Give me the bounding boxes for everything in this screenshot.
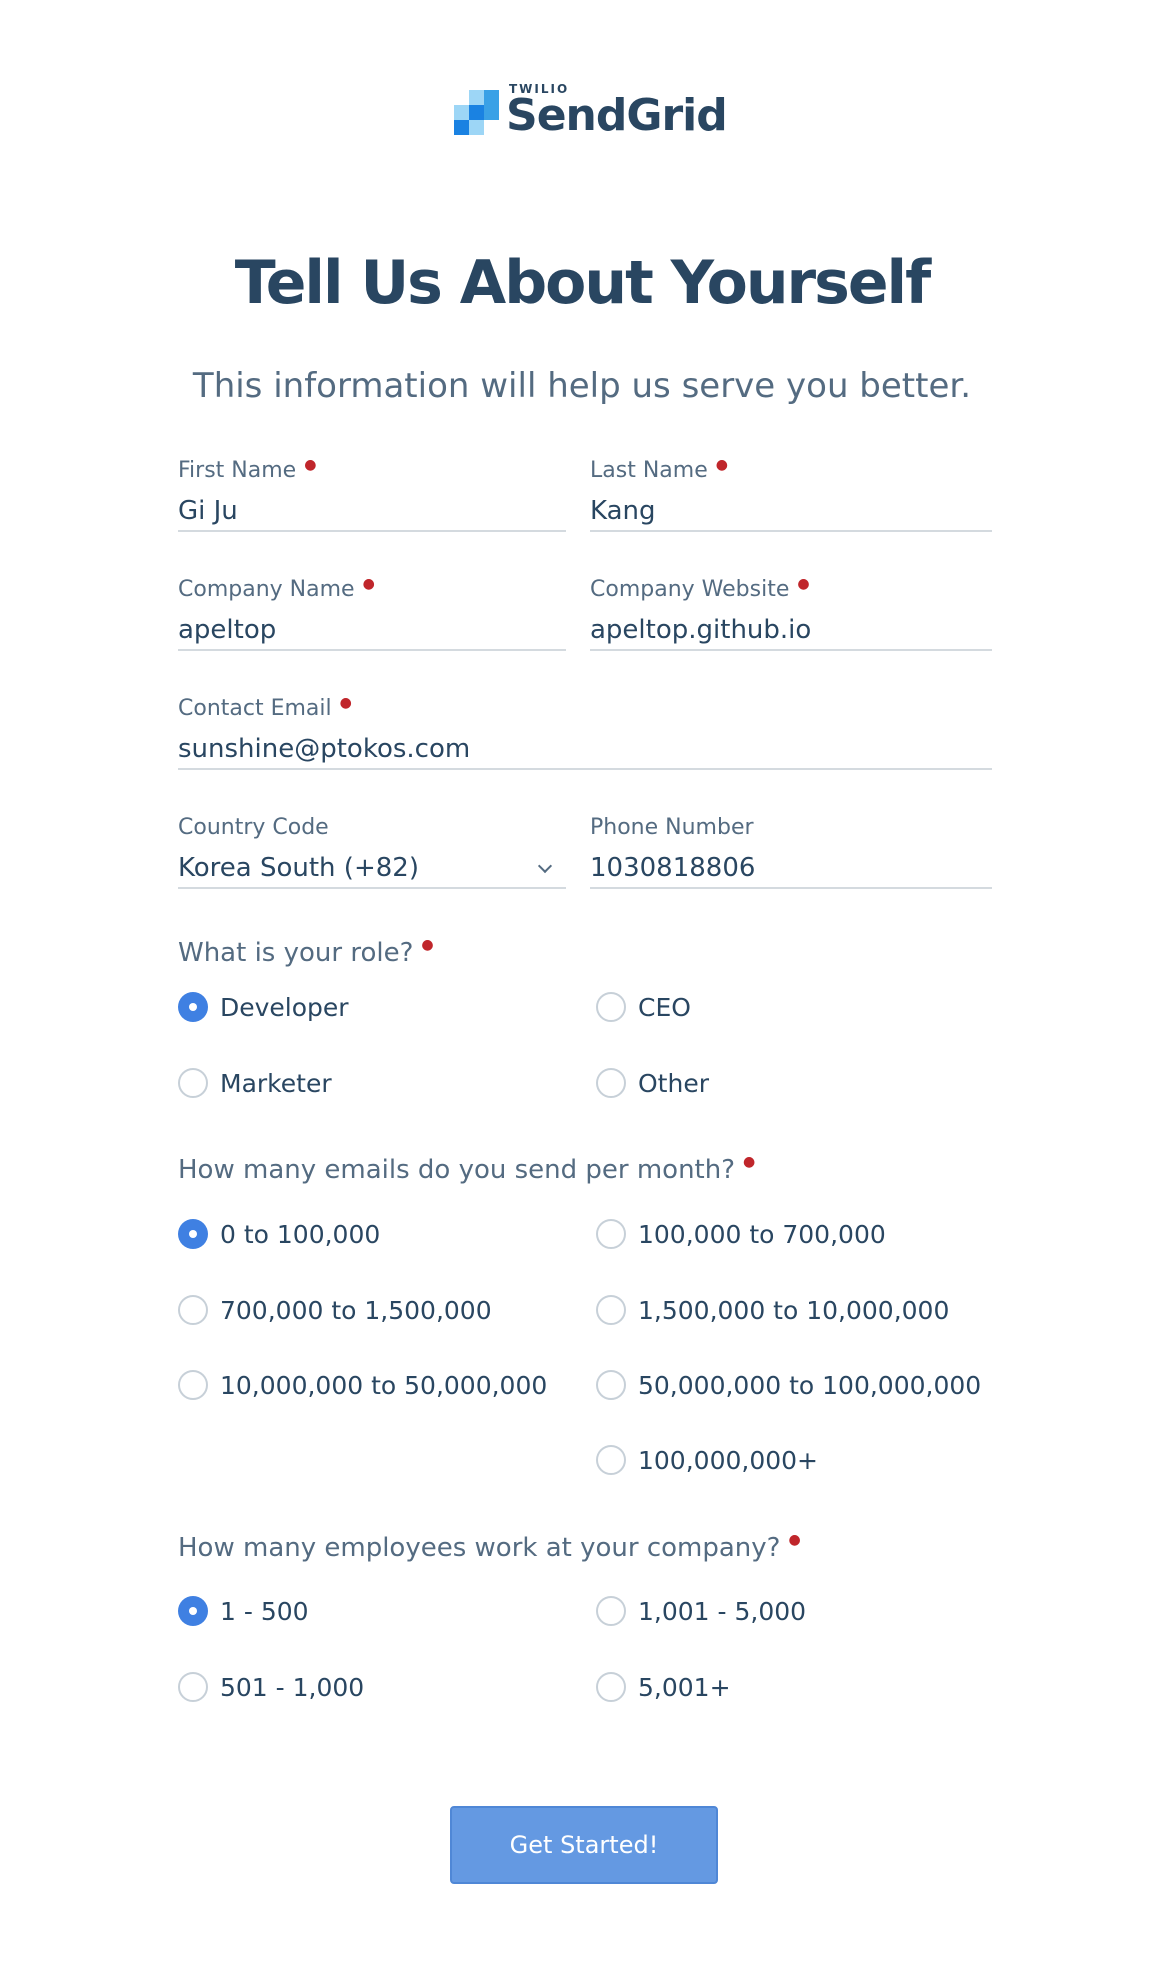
first-name-label: First Name ● xyxy=(178,457,317,483)
page-title: Tell Us About Yourself xyxy=(234,248,931,318)
role-option-ceo[interactable]: CEO xyxy=(596,990,691,1024)
role-option-other[interactable]: Other xyxy=(596,1066,709,1100)
get-started-button[interactable]: Get Started! xyxy=(450,1806,718,1884)
radio-icon[interactable] xyxy=(596,1596,626,1626)
contact-email-label: Contact Email ● xyxy=(178,695,352,721)
required-indicator: ● xyxy=(715,457,728,473)
company-website-label: Company Website ● xyxy=(590,576,810,602)
country-code-select[interactable]: Korea South (+82) xyxy=(178,853,566,883)
radio-selected-icon[interactable] xyxy=(178,992,208,1022)
company-name-label: Company Name ● xyxy=(178,576,375,602)
company-name-input[interactable] xyxy=(178,615,566,645)
radio-selected-icon[interactable] xyxy=(178,1219,208,1249)
required-indicator: ● xyxy=(339,695,352,711)
emails-option-0[interactable]: 0 to 100,000 xyxy=(178,1217,380,1251)
country-code-label: Country Code xyxy=(178,815,329,840)
page-subtitle: This information will help us serve you … xyxy=(192,366,972,406)
emails-option-3[interactable]: 1,500,000 to 10,000,000 xyxy=(596,1293,949,1327)
employees-option-1-500[interactable]: 1 - 500 xyxy=(178,1594,309,1628)
last-name-field: Last Name ● xyxy=(590,457,992,532)
first-name-input[interactable] xyxy=(178,496,566,526)
radio-icon[interactable] xyxy=(596,1295,626,1325)
emails-question: How many emails do you send per month? ● xyxy=(178,1154,756,1185)
country-code-field: Country Code Korea South (+82) xyxy=(178,815,566,889)
radio-icon[interactable] xyxy=(178,1672,208,1702)
required-indicator: ● xyxy=(743,1154,756,1170)
radio-icon[interactable] xyxy=(178,1068,208,1098)
emails-option-2[interactable]: 700,000 to 1,500,000 xyxy=(178,1293,492,1327)
required-indicator: ● xyxy=(797,576,810,592)
radio-icon[interactable] xyxy=(596,1370,626,1400)
employees-option-1001-5000[interactable]: 1,001 - 5,000 xyxy=(596,1594,806,1628)
logo-brand-text: SendGrid xyxy=(506,90,728,141)
role-question: What is your role? ● xyxy=(178,937,434,968)
radio-selected-icon[interactable] xyxy=(178,1596,208,1626)
role-option-marketer[interactable]: Marketer xyxy=(178,1066,332,1100)
radio-icon[interactable] xyxy=(178,1295,208,1325)
radio-icon[interactable] xyxy=(596,992,626,1022)
company-website-input[interactable] xyxy=(590,615,992,645)
employees-question: How many employees work at your company?… xyxy=(178,1532,801,1563)
radio-icon[interactable] xyxy=(596,1445,626,1475)
sendgrid-logo-icon xyxy=(454,90,500,136)
contact-email-input[interactable] xyxy=(178,734,992,764)
emails-option-6[interactable]: 100,000,000+ xyxy=(596,1443,818,1477)
required-indicator: ● xyxy=(362,576,375,592)
radio-icon[interactable] xyxy=(596,1219,626,1249)
required-indicator: ● xyxy=(788,1532,801,1548)
emails-option-4[interactable]: 10,000,000 to 50,000,000 xyxy=(178,1368,547,1402)
first-name-field: First Name ● xyxy=(178,457,566,532)
employees-option-501-1000[interactable]: 501 - 1,000 xyxy=(178,1670,364,1704)
last-name-label: Last Name ● xyxy=(590,457,728,483)
last-name-input[interactable] xyxy=(590,496,992,526)
sendgrid-logo: TWILIO SendGrid xyxy=(454,76,728,146)
company-name-field: Company Name ● xyxy=(178,576,566,651)
company-website-field: Company Website ● xyxy=(590,576,992,651)
contact-email-field: Contact Email ● xyxy=(178,695,992,770)
phone-number-field: Phone Number xyxy=(590,815,992,889)
radio-icon[interactable] xyxy=(178,1370,208,1400)
phone-number-input[interactable] xyxy=(590,853,992,883)
phone-number-label: Phone Number xyxy=(590,815,754,840)
radio-icon[interactable] xyxy=(596,1672,626,1702)
required-indicator: ● xyxy=(304,457,317,473)
employees-option-5001-plus[interactable]: 5,001+ xyxy=(596,1670,731,1704)
radio-icon[interactable] xyxy=(596,1068,626,1098)
required-indicator: ● xyxy=(421,937,434,953)
role-option-developer[interactable]: Developer xyxy=(178,990,349,1024)
emails-option-5[interactable]: 50,000,000 to 100,000,000 xyxy=(596,1368,981,1402)
emails-option-1[interactable]: 100,000 to 700,000 xyxy=(596,1217,886,1251)
